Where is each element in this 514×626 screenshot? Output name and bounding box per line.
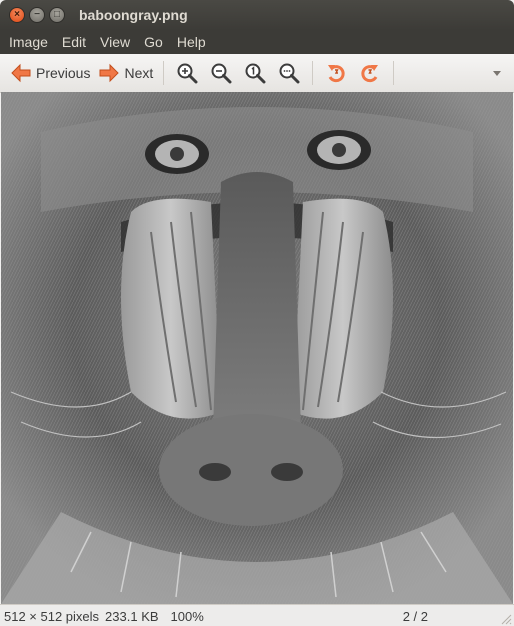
overflow-arrow-icon: [493, 71, 501, 76]
toolbar-separator: [393, 61, 395, 85]
zoom-out-icon: [211, 63, 232, 84]
minimize-button[interactable]: −: [29, 7, 45, 23]
rotate-left-icon: [328, 65, 345, 83]
zoom-fit-icon: [279, 63, 300, 84]
zoom-normal-icon: [245, 63, 266, 84]
zoom-out-button[interactable]: [207, 58, 235, 88]
arrow-right-icon: [99, 63, 120, 83]
zoom-in-button[interactable]: [173, 58, 201, 88]
next-button[interactable]: Next: [94, 58, 157, 88]
menu-edit[interactable]: Edit: [55, 34, 93, 50]
toolbar: Previous Next: [0, 54, 514, 93]
arrow-left-icon: [11, 63, 31, 83]
zoom-level: 100%: [170, 608, 204, 624]
toolbar-separator: [312, 61, 314, 85]
menu-go[interactable]: Go: [137, 34, 170, 50]
close-icon: ×: [14, 9, 20, 20]
window-controls: × − □: [9, 7, 65, 23]
page-indicator: 2 / 2: [402, 608, 428, 624]
zoom-normal-button[interactable]: [241, 58, 269, 88]
file-size: 233.1 KB: [105, 608, 159, 624]
image-viewer-window: × − □ baboongray.png Image Edit View Go …: [0, 0, 514, 626]
rotate-right-button[interactable]: [356, 58, 384, 88]
window-title: baboongray.png: [79, 7, 188, 23]
close-button[interactable]: ×: [9, 7, 25, 23]
minimize-icon: −: [34, 9, 40, 20]
toolbar-overflow-button[interactable]: [486, 69, 508, 77]
rotate-left-button[interactable]: [322, 58, 350, 88]
zoom-in-icon: [177, 63, 198, 84]
toolbar-separator: [163, 61, 165, 85]
rotate-right-icon: [361, 65, 379, 83]
status-bar: 512 × 512 pixels 233.1 KB 100% 2 / 2: [0, 604, 514, 626]
image-dimensions: 512 × 512 pixels: [4, 608, 100, 624]
image-viewport[interactable]: [1, 92, 513, 604]
previous-button[interactable]: Previous: [6, 58, 94, 88]
maximize-icon: □: [53, 9, 61, 20]
maximize-button[interactable]: □: [49, 7, 65, 23]
next-label: Next: [124, 65, 154, 81]
title-bar[interactable]: × − □ baboongray.png: [0, 0, 514, 30]
menu-bar: Image Edit View Go Help: [0, 30, 514, 54]
previous-label: Previous: [36, 65, 91, 81]
menu-view[interactable]: View: [93, 34, 137, 50]
menu-help[interactable]: Help: [170, 34, 213, 50]
menu-image[interactable]: Image: [2, 34, 55, 50]
resize-grip-icon[interactable]: [500, 613, 512, 625]
zoom-fit-button[interactable]: [275, 58, 303, 88]
baboon-image: [1, 92, 513, 604]
